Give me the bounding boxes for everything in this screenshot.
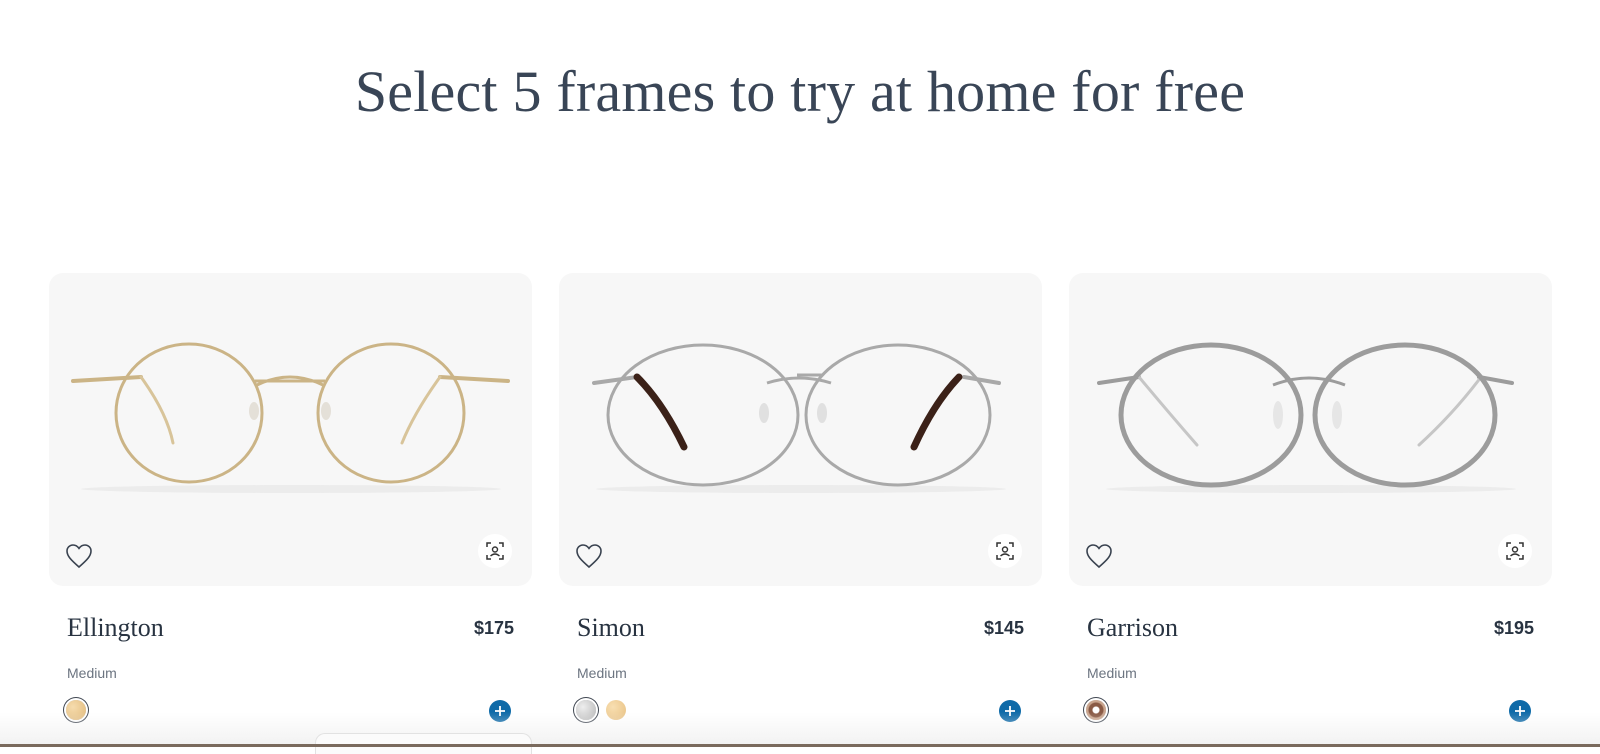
product-card[interactable]: Ellington $175 Medium (49, 273, 532, 747)
add-to-home-try-on-button[interactable] (1509, 700, 1531, 722)
color-swatch[interactable] (66, 700, 86, 720)
product-price: $175 (473, 618, 514, 638)
color-swatches (1086, 697, 1106, 723)
face-scan-icon (486, 542, 504, 560)
product-image[interactable] (1069, 273, 1552, 586)
face-scan-icon (996, 542, 1014, 560)
color-swatches (576, 697, 626, 723)
add-to-home-try-on-button[interactable] (999, 700, 1021, 722)
product-price: $145 (983, 618, 1024, 638)
product-size: Medium (1087, 665, 1137, 681)
favorite-button[interactable] (575, 543, 603, 569)
virtual-try-on-button[interactable] (478, 534, 512, 568)
product-image[interactable] (559, 273, 1042, 586)
color-swatch[interactable] (576, 700, 596, 720)
color-swatch[interactable] (1086, 700, 1106, 720)
product-name[interactable]: Simon (577, 613, 645, 643)
plus-icon (1515, 706, 1525, 716)
color-swatch[interactable] (606, 700, 626, 720)
product-card[interactable]: Garrison $195 Medium (1069, 273, 1552, 747)
color-swatches (66, 697, 86, 723)
product-image[interactable] (49, 273, 532, 586)
product-name[interactable]: Ellington (67, 613, 164, 643)
product-grid: Ellington $175 Medium Simon $145 Medium … (49, 273, 1553, 747)
plus-icon (495, 706, 505, 716)
product-size: Medium (577, 665, 627, 681)
glasses-image (1097, 342, 1516, 493)
virtual-try-on-button[interactable] (1498, 534, 1532, 568)
product-price: $195 (1493, 618, 1534, 638)
product-name[interactable]: Garrison (1087, 613, 1178, 643)
glasses-image (71, 342, 510, 493)
heart-icon (576, 544, 602, 569)
product-size: Medium (67, 665, 117, 681)
heart-icon (1086, 544, 1112, 569)
product-card[interactable]: Simon $145 Medium (559, 273, 1042, 747)
heart-icon (66, 544, 92, 569)
favorite-button[interactable] (65, 543, 93, 569)
plus-icon (1005, 706, 1015, 716)
face-scan-icon (1506, 542, 1524, 560)
page-title: Select 5 frames to try at home for free (354, 59, 1246, 124)
glasses-image (592, 343, 1006, 493)
favorite-button[interactable] (1085, 543, 1113, 569)
virtual-try-on-button[interactable] (988, 534, 1022, 568)
add-to-home-try-on-button[interactable] (489, 700, 511, 722)
